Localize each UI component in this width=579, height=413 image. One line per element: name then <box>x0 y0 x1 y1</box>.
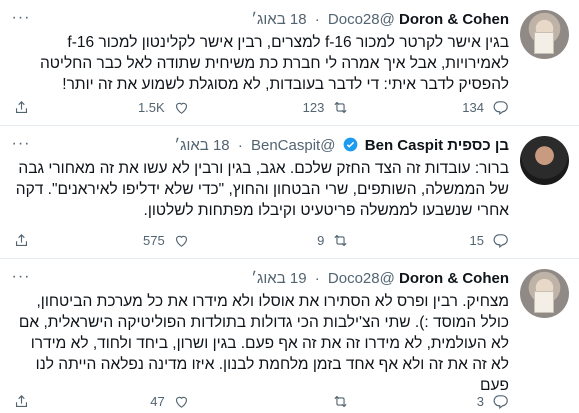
tweet[interactable]: Doron & Cohen @Doco28 · 19 באוג׳ ··· מצח… <box>0 259 579 413</box>
like-count: 1.5K <box>137 99 165 115</box>
tweet-date[interactable]: 18 באוג׳ <box>174 135 229 157</box>
share-icon <box>16 233 28 246</box>
author-name[interactable]: Doron & Cohen <box>399 9 509 31</box>
reply-icon <box>493 233 508 248</box>
share-button[interactable] <box>10 230 30 250</box>
more-icon[interactable]: ··· <box>10 268 32 290</box>
like-count: 575 <box>142 232 165 248</box>
retweet-icon <box>334 101 347 113</box>
like-icon <box>175 102 187 114</box>
tweet-header: בן כספית Ben Caspit @BenCaspit · 18 באוג… <box>10 135 509 157</box>
tweet-content: בן כספית Ben Caspit @BenCaspit · 18 באוג… <box>10 135 510 221</box>
more-icon[interactable]: ··· <box>10 9 32 31</box>
verified-badge-icon <box>343 137 357 152</box>
tweet-content: Doron & Cohen @Doco28 · 19 באוג׳ ··· מצח… <box>10 268 510 396</box>
tweet-content: Doron & Cohen @Doco28 · 18 באוג׳ ··· בגי… <box>10 9 510 95</box>
like-icon <box>175 235 187 247</box>
tweet[interactable]: בן כספית Ben Caspit @BenCaspit · 18 באוג… <box>0 126 579 259</box>
like-count: 47 <box>150 393 165 409</box>
reply-button[interactable]: 15 <box>399 230 509 250</box>
reply-button[interactable]: 134 <box>399 97 509 117</box>
author-handle[interactable]: @BenCaspit <box>251 135 335 157</box>
tweet-header: Doron & Cohen @Doco28 · 19 באוג׳ <box>10 268 509 290</box>
tweet-date[interactable]: 19 באוג׳ <box>251 268 306 290</box>
reply-button[interactable]: 3 <box>399 391 509 411</box>
separator-dot: · <box>314 270 320 287</box>
like-button[interactable]: 575 <box>80 230 190 250</box>
avatar[interactable] <box>520 136 569 185</box>
tweet-header: Doron & Cohen @Doco28 · 18 באוג׳ <box>10 9 509 31</box>
reply-icon <box>493 100 508 115</box>
share-icon <box>16 100 28 113</box>
retweet-button[interactable] <box>239 391 349 411</box>
share-button[interactable] <box>10 97 30 117</box>
tweet[interactable]: Doron & Cohen @Doco28 · 18 באוג׳ ··· בגי… <box>0 0 579 126</box>
author-handle[interactable]: @Doco28 <box>328 9 395 31</box>
more-icon[interactable]: ··· <box>10 135 32 157</box>
share-button[interactable] <box>10 391 30 411</box>
reply-count: 3 <box>476 393 484 409</box>
tweet-text: ברור: עובדות זה הצד החזק שלכם. אגב, בגין… <box>15 160 509 219</box>
retweet-button[interactable]: 123 <box>239 97 349 117</box>
tweet-feed: Doron & Cohen @Doco28 · 18 באוג׳ ··· בגי… <box>0 0 579 413</box>
avatar[interactable] <box>520 10 569 59</box>
tweet-text: מצחיק. רבין ופרס לא הסתירו את אוסלו ולא … <box>18 293 509 394</box>
like-button[interactable]: 1.5K <box>80 97 190 117</box>
like-icon <box>175 396 187 408</box>
retweet-icon <box>334 395 347 407</box>
avatar[interactable] <box>520 269 569 318</box>
tweet-actions: 134 123 1.5K <box>10 97 509 117</box>
retweet-count: 123 <box>302 99 325 115</box>
tweet-text: בגין אישר לקרטר למכור f-16 למצרים, רבין … <box>39 34 509 93</box>
author-name[interactable]: Doron & Cohen <box>399 268 509 290</box>
reply-icon <box>493 394 508 409</box>
retweet-icon <box>334 234 347 246</box>
like-button[interactable]: 47 <box>80 391 190 411</box>
retweet-button[interactable]: 9 <box>239 230 349 250</box>
retweet-count: 9 <box>317 232 325 248</box>
reply-count: 15 <box>469 232 484 248</box>
author-name[interactable]: בן כספית Ben Caspit <box>365 135 509 157</box>
share-icon <box>16 394 28 407</box>
author-handle[interactable]: @Doco28 <box>328 268 395 290</box>
separator-dot: · <box>237 137 243 154</box>
reply-count: 134 <box>462 99 484 115</box>
tweet-actions: 15 9 575 <box>10 230 509 250</box>
tweet-actions: 3 47 <box>10 391 509 411</box>
tweet-date[interactable]: 18 באוג׳ <box>251 9 306 31</box>
separator-dot: · <box>314 11 320 28</box>
